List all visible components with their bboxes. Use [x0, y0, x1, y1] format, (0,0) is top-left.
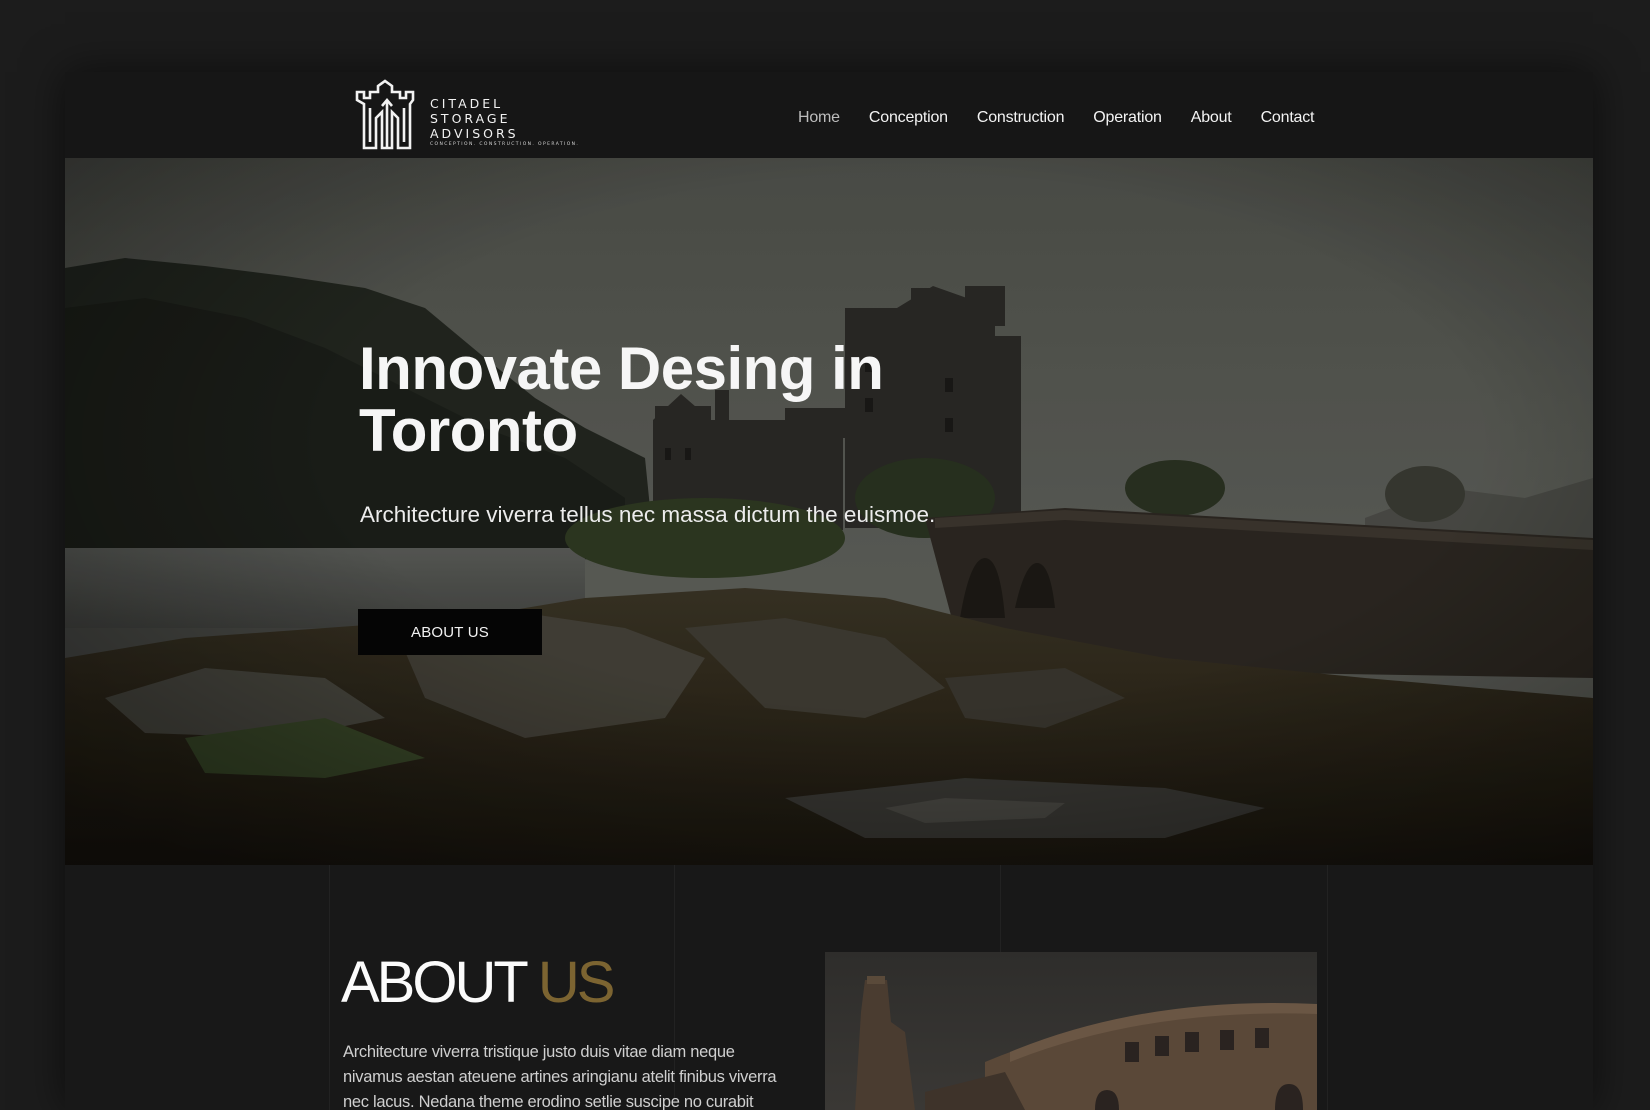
castle-logo-icon	[355, 79, 415, 150]
nav-item-home[interactable]: Home	[798, 109, 840, 133]
brand-line-2: STORAGE	[430, 111, 511, 126]
main-nav: Home Conception Construction Operation A…	[798, 109, 1315, 133]
hero-title-line-1: Innovate Desing in	[359, 335, 884, 402]
grid-line	[1327, 865, 1328, 1110]
nav-item-about[interactable]: About	[1191, 109, 1232, 133]
colosseum-image	[825, 952, 1317, 1110]
about-section: ABOUT US Architecture viverra tristique …	[65, 865, 1593, 1110]
about-us-button[interactable]: ABOUT US	[358, 609, 542, 655]
nav-item-conception[interactable]: Conception	[869, 109, 948, 133]
about-heading: ABOUT US	[341, 950, 616, 1015]
hero-title: Innovate Desing in Toronto	[359, 338, 999, 462]
brand-tagline: CONCEPTION. CONSTRUCTION. OPERATION.	[430, 142, 580, 147]
about-heading-white: ABOUT	[341, 950, 528, 1015]
nav-item-operation[interactable]: Operation	[1093, 109, 1162, 133]
brand-line-3: ADVISORS	[430, 126, 519, 141]
nav-item-contact[interactable]: Contact	[1261, 109, 1315, 133]
site-header: CITADEL STORAGE ADVISORS CONCEPTION. CON…	[65, 72, 1593, 158]
brand-line-1: CITADEL	[430, 96, 504, 111]
colosseum-photo	[825, 952, 1317, 1110]
about-body-text: Architecture viverra tristique justo dui…	[343, 1043, 777, 1110]
grid-line	[329, 865, 330, 1110]
page-frame: CITADEL STORAGE ADVISORS CONCEPTION. CON…	[65, 72, 1593, 1110]
brand-name: CITADEL STORAGE ADVISORS	[430, 96, 519, 141]
hero-section: Innovate Desing in Toronto Architecture …	[65, 158, 1593, 865]
hero-title-line-2: Toronto	[359, 397, 578, 464]
logo[interactable]: CITADEL STORAGE ADVISORS CONCEPTION. CON…	[354, 78, 604, 154]
nav-item-construction[interactable]: Construction	[977, 109, 1065, 133]
about-heading-gold: US	[537, 950, 616, 1015]
hero-subtitle: Architecture viverra tellus nec massa di…	[360, 502, 936, 527]
